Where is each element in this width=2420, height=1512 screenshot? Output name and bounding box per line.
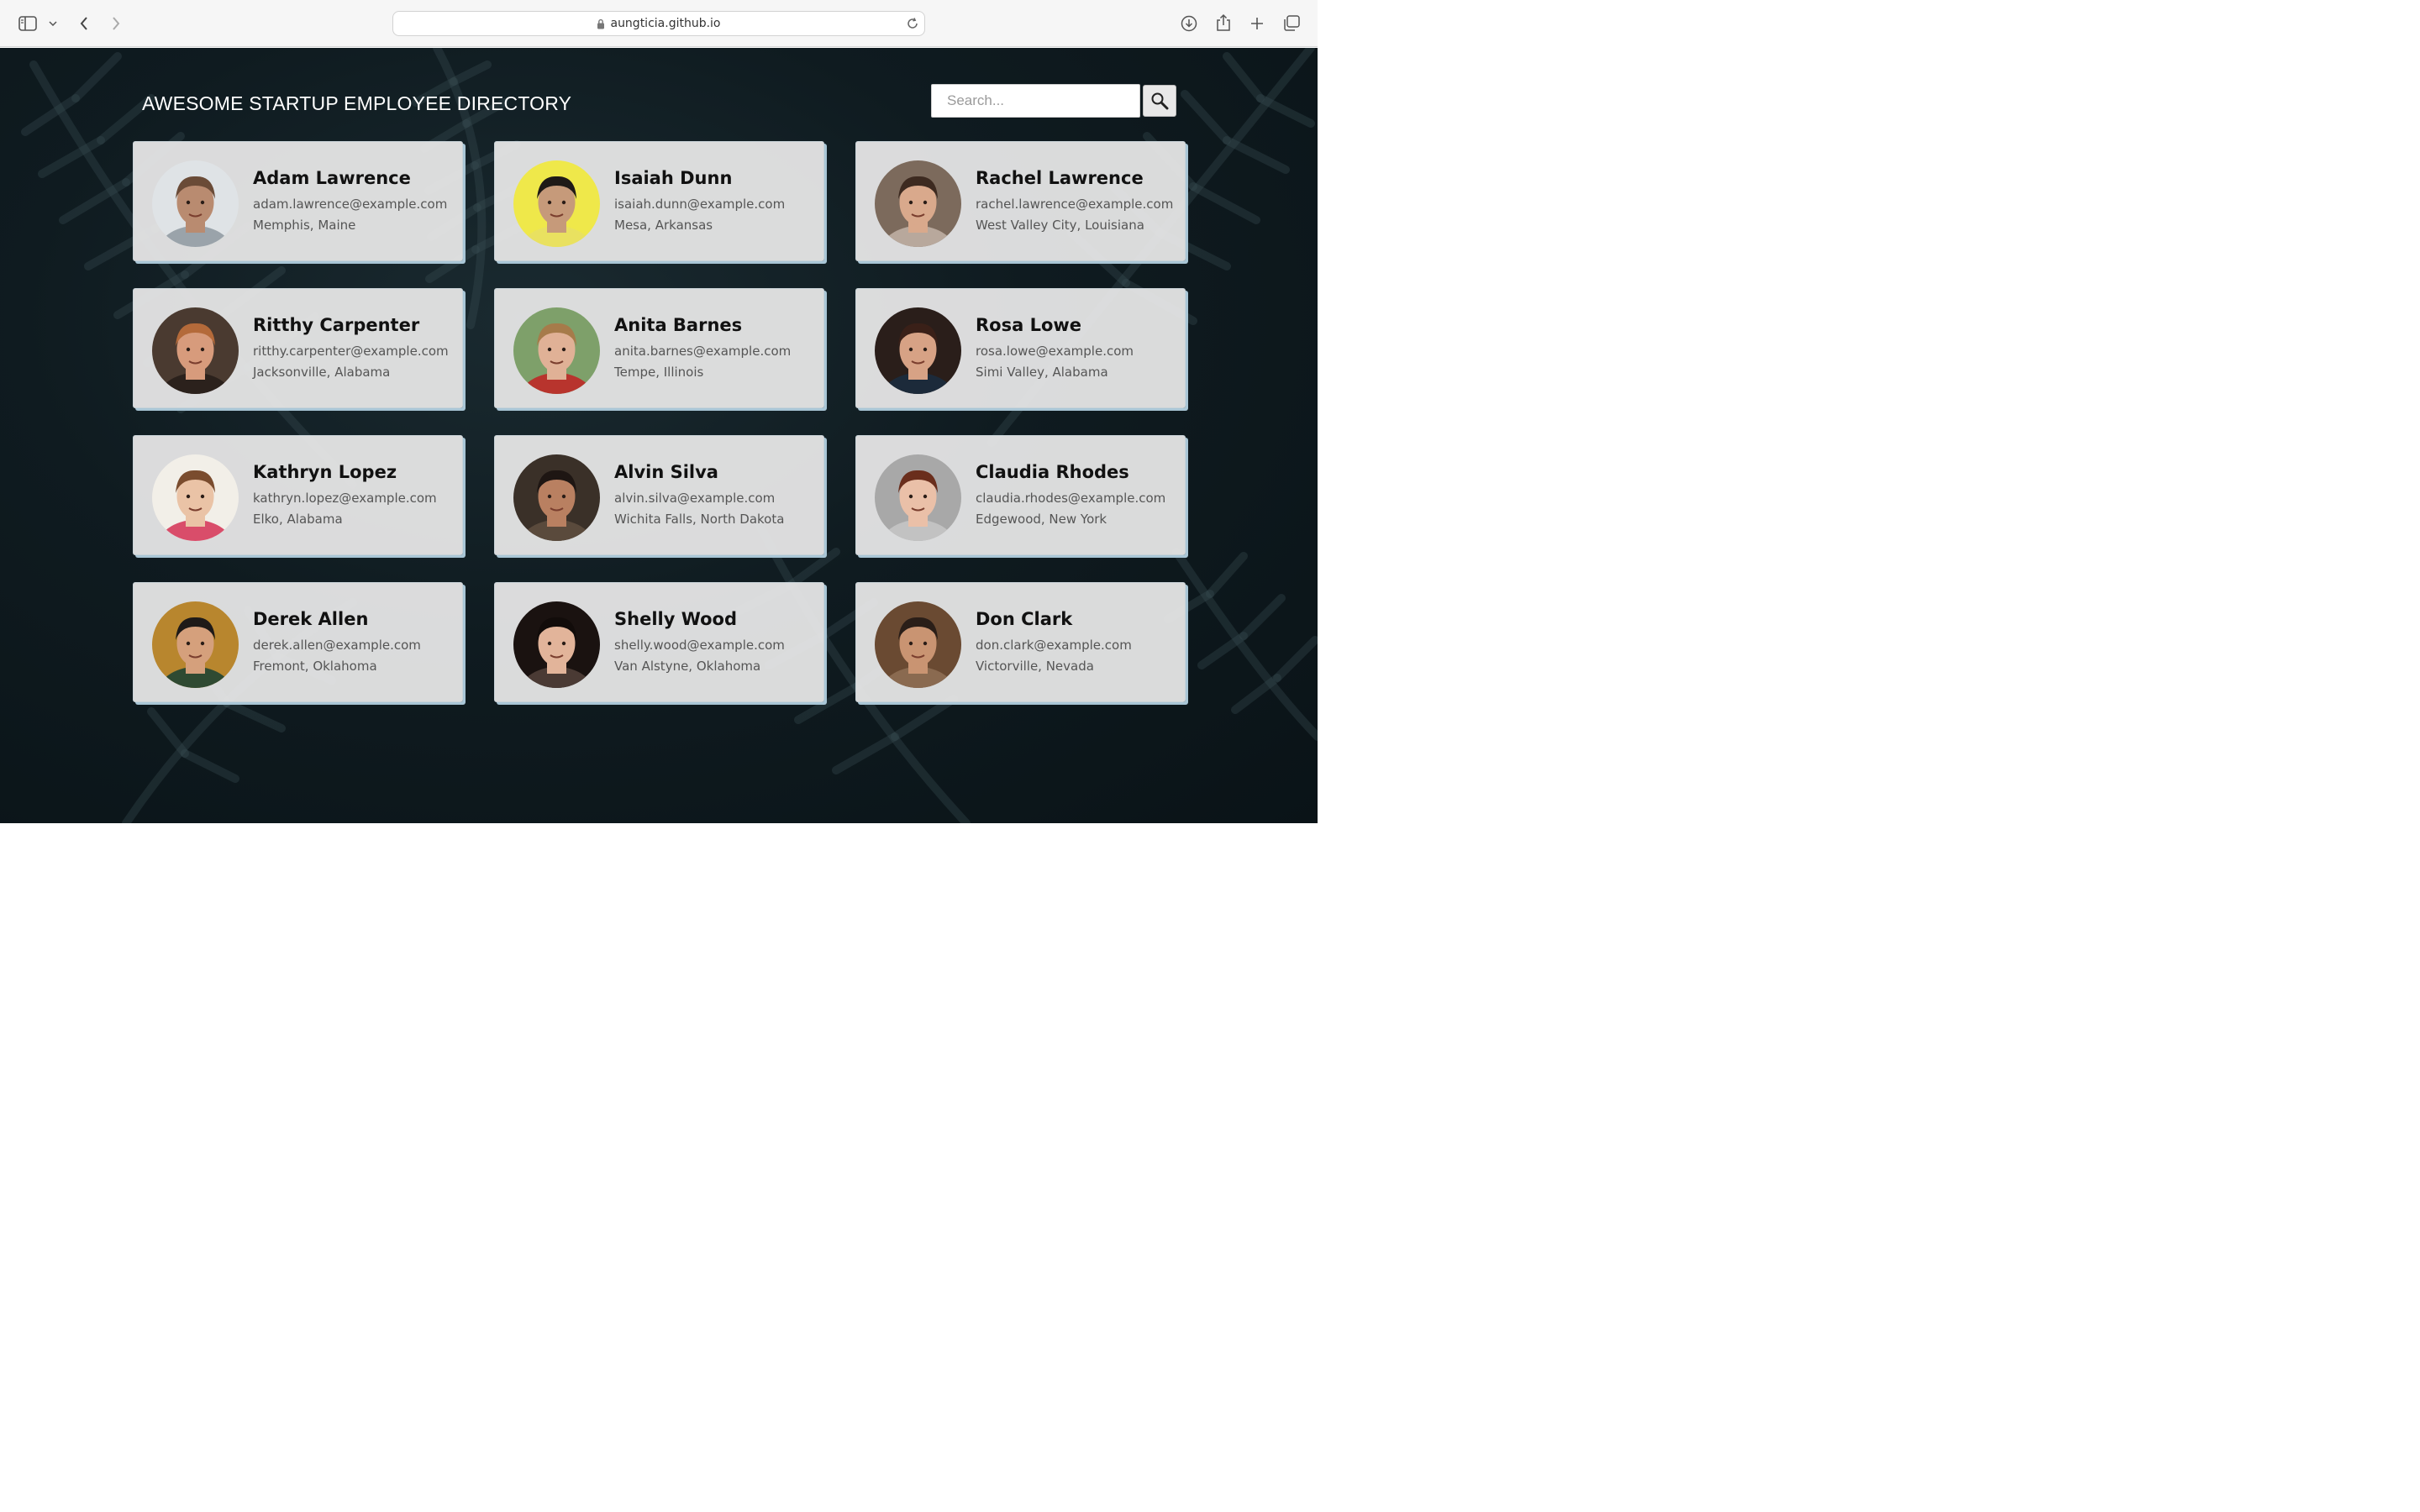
card-info: Isaiah Dunn isaiah.dunn@example.com Mesa, …	[614, 167, 817, 236]
avatar	[513, 601, 600, 688]
employee-name: Ritthy Carpenter	[253, 315, 420, 335]
employee-card[interactable]: Isaiah Dunn isaiah.dunn@example.com Mesa, …	[494, 141, 824, 261]
employee-email: kathryn.lopez@example.com	[253, 491, 437, 506]
employee-email: claudia.rhodes@example.com	[976, 491, 1166, 506]
employee-name: Anita Barnes	[614, 315, 743, 335]
employee-location: Fremont, Oklahoma	[253, 659, 377, 674]
employee-name: Shelly Wood	[614, 609, 738, 629]
employee-location: Jacksonville, Alabama	[253, 365, 391, 380]
employee-location: Elko, Alabama	[253, 512, 343, 527]
employee-location: Van Alstyne, Oklahoma	[614, 659, 761, 674]
avatar	[513, 160, 600, 247]
employee-name: Isaiah Dunn	[614, 168, 733, 188]
employee-card[interactable]: Shelly Wood shelly.wood@example.com Van Al…	[494, 582, 824, 702]
employee-location: West Valley City, Louisiana	[976, 218, 1144, 233]
card-info: Rosa Lowe rosa.lowe@example.com Simi Valle…	[976, 314, 1178, 383]
avatar	[152, 454, 239, 541]
card-info: Anita Barnes anita.barnes@example.com Temp…	[614, 314, 817, 383]
card-info: Derek Allen derek.allen@example.com Fremon…	[253, 608, 455, 677]
employee-email: ritthy.carpenter@example.com	[253, 344, 449, 359]
employee-card[interactable]: Derek Allen derek.allen@example.com Fremon…	[133, 582, 463, 702]
sidebar-toggle-icon[interactable]	[17, 13, 39, 34]
employee-name: Don Clark	[976, 609, 1073, 629]
employee-location: Wichita Falls, North Dakota	[614, 512, 785, 527]
employee-name: Claudia Rhodes	[976, 462, 1129, 482]
card-info: Claudia Rhodes claudia.rhodes@example.com…	[976, 461, 1178, 530]
employee-card[interactable]: Adam Lawrence adam.lawrence@example.com Me…	[133, 141, 463, 261]
avatar	[152, 160, 239, 247]
employee-card[interactable]: Alvin Silva alvin.silva@example.com Wichit…	[494, 435, 824, 555]
employee-location: Simi Valley, Alabama	[976, 365, 1108, 380]
url-text: aungticia.github.io	[610, 17, 721, 30]
employee-name: Kathryn Lopez	[253, 462, 397, 482]
card-info: Shelly Wood shelly.wood@example.com Van Al…	[614, 608, 817, 677]
employee-name: Adam Lawrence	[253, 168, 411, 188]
lock-icon	[597, 18, 605, 29]
search-button[interactable]	[1143, 85, 1176, 117]
address-bar[interactable]: aungticia.github.io	[392, 11, 925, 36]
employee-location: Tempe, Illinois	[614, 365, 704, 380]
reload-icon[interactable]	[906, 17, 919, 30]
card-info: Rachel Lawrence rachel.lawrence@example.c…	[976, 167, 1178, 236]
avatar	[513, 454, 600, 541]
avatar	[513, 307, 600, 394]
employee-card[interactable]: Claudia Rhodes claudia.rhodes@example.com…	[855, 435, 1186, 555]
employee-email: isaiah.dunn@example.com	[614, 197, 786, 212]
employee-card[interactable]: Rosa Lowe rosa.lowe@example.com Simi Valle…	[855, 288, 1186, 408]
employee-name: Alvin Silva	[614, 462, 718, 482]
tab-overview-icon[interactable]	[1281, 13, 1302, 34]
employee-card[interactable]: Don Clark don.clark@example.com Victorvill…	[855, 582, 1186, 702]
share-icon[interactable]	[1213, 12, 1234, 34]
card-info: Kathryn Lopez kathryn.lopez@example.com El…	[253, 461, 455, 530]
chevron-down-icon[interactable]	[46, 17, 60, 30]
employee-card[interactable]: Anita Barnes anita.barnes@example.com Temp…	[494, 288, 824, 408]
card-info: Ritthy Carpenter ritthy.carpenter@example…	[253, 314, 455, 383]
employee-location: Mesa, Arkansas	[614, 218, 713, 233]
employee-email: rachel.lawrence@example.com	[976, 197, 1174, 212]
employee-name: Derek Allen	[253, 609, 369, 629]
avatar	[152, 307, 239, 394]
employee-email: rosa.lowe@example.com	[976, 344, 1134, 359]
page-body: AWESOME STARTUP EMPLOYEE DIRECTORY Adam …	[0, 48, 1318, 823]
employee-location: Victorville, Nevada	[976, 659, 1094, 674]
card-info: Don Clark don.clark@example.com Victorvill…	[976, 608, 1178, 677]
new-tab-icon[interactable]	[1247, 13, 1267, 34]
card-info: Adam Lawrence adam.lawrence@example.com Me…	[253, 167, 455, 236]
page-title: AWESOME STARTUP EMPLOYEE DIRECTORY	[142, 92, 572, 114]
browser-toolbar: aungticia.github.io	[0, 0, 1318, 47]
back-icon[interactable]	[74, 13, 94, 34]
employee-card[interactable]: Rachel Lawrence rachel.lawrence@example.c…	[855, 141, 1186, 261]
employee-location: Edgewood, New York	[976, 512, 1107, 527]
employee-email: anita.barnes@example.com	[614, 344, 792, 359]
avatar	[875, 454, 961, 541]
employee-name: Rosa Lowe	[976, 315, 1082, 335]
avatar	[875, 601, 961, 688]
employee-card[interactable]: Kathryn Lopez kathryn.lopez@example.com El…	[133, 435, 463, 555]
employee-email: derek.allen@example.com	[253, 638, 421, 653]
search-icon	[1150, 92, 1169, 110]
employee-email: alvin.silva@example.com	[614, 491, 776, 506]
employee-card[interactable]: Ritthy Carpenter ritthy.carpenter@example…	[133, 288, 463, 408]
avatar	[875, 307, 961, 394]
employee-email: shelly.wood@example.com	[614, 638, 785, 653]
employee-gallery: Adam Lawrence adam.lawrence@example.com Me…	[133, 141, 1188, 702]
employee-name: Rachel Lawrence	[976, 168, 1144, 188]
search-input[interactable]	[931, 84, 1140, 118]
avatar	[875, 160, 961, 247]
avatar	[152, 601, 239, 688]
employee-email: don.clark@example.com	[976, 638, 1132, 653]
employee-email: adam.lawrence@example.com	[253, 197, 448, 212]
employee-location: Memphis, Maine	[253, 218, 356, 233]
forward-icon[interactable]	[106, 13, 126, 34]
card-info: Alvin Silva alvin.silva@example.com Wichit…	[614, 461, 817, 530]
download-icon[interactable]	[1179, 13, 1199, 34]
